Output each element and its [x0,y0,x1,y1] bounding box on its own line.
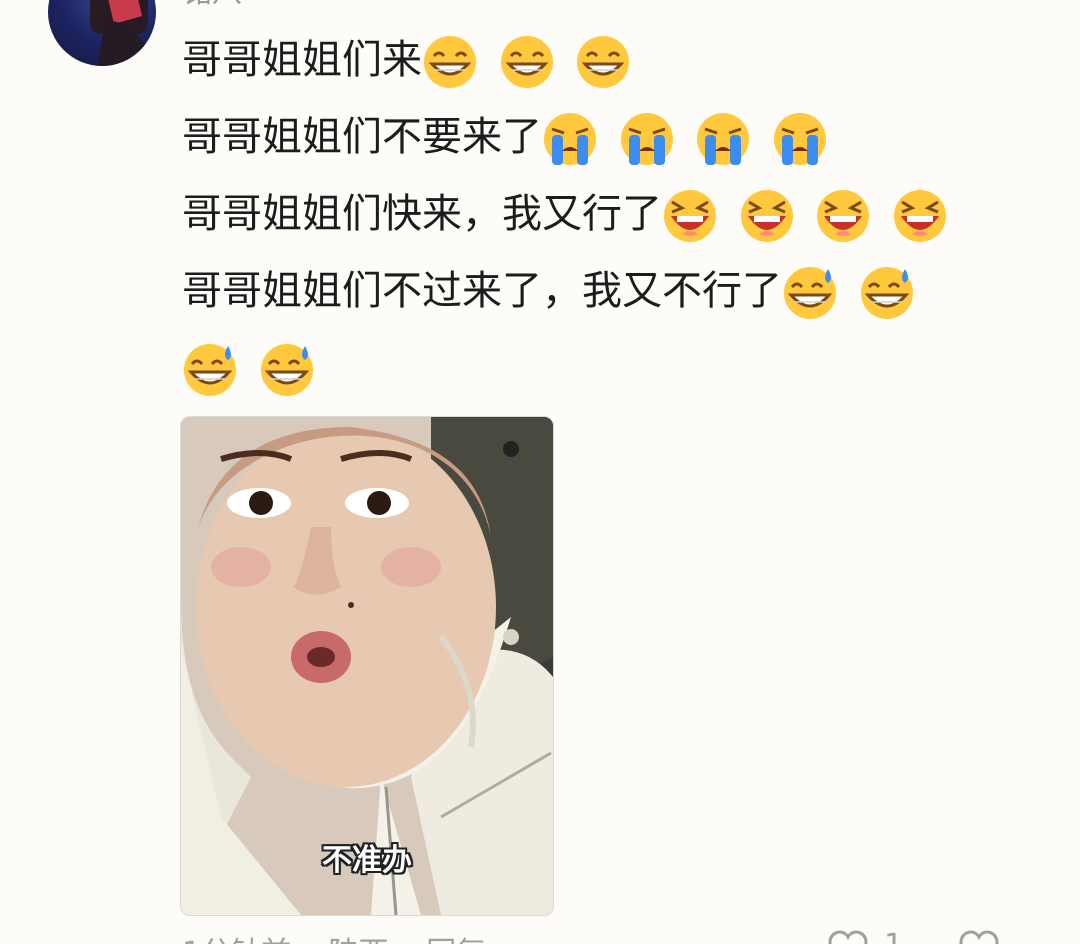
crying-face-icon [774,113,827,165]
grinning-face-icon [424,36,476,88]
emoji-group [542,105,828,169]
grinning-sweat-face-icon [184,344,236,396]
crying-face-icon [620,113,673,165]
crying-face-icon [697,113,750,165]
comment-line-3: 哥哥姐姐们快来，我又行了 [182,182,1042,246]
comment-line-5 [182,336,1042,400]
comment-time: 1分钟前 [182,936,291,944]
laughing-squint-face-icon [894,190,947,242]
grinning-face-icon [577,36,630,88]
grinning-sweat-face-icon [784,267,836,319]
like-count: 1 [884,928,903,944]
reply-button[interactable]: 回复 [426,936,486,944]
dislike-heart-icon[interactable] [957,928,1001,944]
laughing-squint-face-icon [664,190,716,242]
comment-line-text: 哥哥姐姐们快来，我又行了 [182,191,662,237]
video-subtitle: 不准办 [322,843,412,878]
laughing-squint-face-icon [817,190,870,242]
comment-line-4: 哥哥姐姐们不过来了，我又不行了 [182,259,1042,323]
avatar[interactable] [48,0,156,66]
comment-line-text: 哥哥姐姐们不过来了，我又不行了 [182,268,782,314]
comment-body: 哥哥姐姐们来 哥哥姐姐们不要来了 哥哥姐姐们快来，我又行了 哥哥姐姐们不过来了，… [182,28,1042,413]
grinning-sweat-face-icon [860,267,913,319]
emoji-group [182,336,315,400]
crying-face-icon [544,113,596,165]
comment-view: 铭八 哥哥姐姐们来 哥哥姐姐们不要来了 哥哥姐姐们快来，我又行了 [0,0,1080,944]
reaction-group: 1 [826,928,1001,944]
laughing-squint-face-icon [740,190,793,242]
emoji-group [422,28,631,92]
heart-icon[interactable] [826,928,870,944]
grinning-sweat-face-icon [260,344,313,396]
emoji-group [662,182,948,246]
username[interactable]: 铭八 [182,0,242,8]
grinning-face-icon [500,36,553,88]
comment-line-1: 哥哥姐姐们来 [182,28,1042,92]
comment-line-2: 哥哥姐姐们不要来了 [182,105,1042,169]
comment-line-text: 哥哥姐姐们不要来了 [182,114,542,160]
emoji-group [782,259,915,323]
comment-image[interactable]: 不准办 [180,416,554,916]
comment-location: 陕西 [329,936,389,944]
comment-line-text: 哥哥姐姐们来 [182,37,422,83]
comment-meta: 1分钟前 陕西 回复 [182,928,514,944]
